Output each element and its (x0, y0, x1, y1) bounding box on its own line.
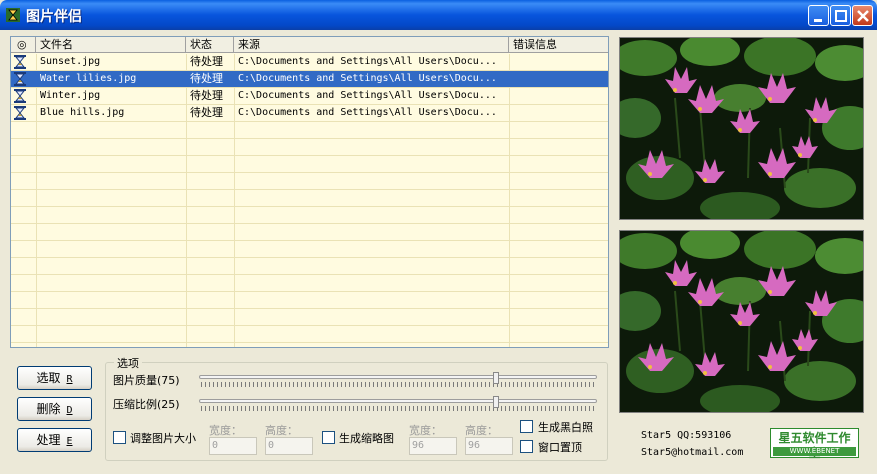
thumbnail-checkbox[interactable] (322, 431, 335, 444)
quality-label: 图片质量(75) (113, 374, 180, 387)
thumbnail-height-label: 高度： (465, 424, 498, 437)
resize-height-label: 高度： (265, 424, 298, 437)
delete-button[interactable]: 删除 D (17, 397, 92, 421)
water-lily-photo (620, 231, 863, 412)
ontop-label: 窗口置顶 (538, 441, 582, 454)
hourglass-icon (14, 55, 26, 69)
row-filename: Blue hills.jpg (40, 107, 125, 118)
preview-processed (619, 230, 864, 413)
quality-slider[interactable] (199, 372, 597, 392)
row-source: C:\Documents and Settings\All Users\Docu… (238, 90, 497, 101)
thumbnail-height-input[interactable]: 96 (465, 437, 513, 455)
table-row[interactable]: Sunset.jpg 待处理 C:\Documents and Settings… (11, 54, 608, 70)
thumbnail-width-label: 宽度： (409, 424, 442, 437)
options-group-title: 选项 (114, 355, 142, 371)
row-error (509, 71, 608, 87)
scale-slider[interactable] (199, 396, 597, 416)
table-row[interactable]: Winter.jpg 待处理 C:\Documents and Settings… (11, 88, 608, 104)
row-status: 待处理 (190, 89, 223, 102)
ontop-checkbox[interactable] (520, 440, 533, 453)
select-button[interactable]: 选取 R (17, 366, 92, 390)
scale-label: 压缩比例(25) (113, 398, 180, 411)
hourglass-icon (14, 72, 26, 86)
row-filename: Water lilies.jpg (40, 73, 137, 84)
minimize-button[interactable] (808, 5, 829, 26)
preview-original (619, 37, 864, 220)
water-lily-photo (620, 38, 863, 219)
row-status: 待处理 (190, 55, 223, 68)
row-source: C:\Documents and Settings\All Users\Docu… (238, 73, 497, 84)
logo-url: WWW.EBENET (773, 447, 856, 456)
hourglass-app-icon (6, 8, 20, 22)
studio-logo[interactable]: 星五软件工作室 WWW.EBENET (770, 428, 859, 460)
row-filename: Winter.jpg (40, 90, 101, 101)
table-row[interactable]: Blue hills.jpg 待处理 C:\Documents and Sett… (11, 105, 608, 121)
column-header-filename[interactable]: 文件名 (36, 37, 186, 53)
hourglass-icon (14, 89, 26, 103)
grayscale-checkbox[interactable] (520, 420, 533, 433)
title-bar[interactable]: 图片伴侣 (0, 0, 877, 30)
hourglass-icon (14, 106, 26, 120)
table-row-selected[interactable]: Water lilies.jpg 待处理 C:\Documents and Se… (11, 71, 608, 87)
quality-slider-thumb[interactable] (493, 372, 499, 384)
list-header: ◎ 文件名 状态 来源 错误信息 (11, 37, 608, 53)
resize-label: 调整图片大小 (130, 432, 196, 445)
resize-height-input[interactable]: 0 (265, 437, 313, 455)
resize-width-label: 宽度： (209, 424, 242, 437)
close-button[interactable] (852, 5, 873, 26)
row-filename: Sunset.jpg (40, 56, 101, 67)
resize-width-input[interactable]: 0 (209, 437, 257, 455)
close-icon (857, 10, 869, 22)
process-accel: E (66, 436, 73, 447)
row-source: C:\Documents and Settings\All Users\Docu… (238, 56, 497, 67)
scale-slider-thumb[interactable] (493, 396, 499, 408)
column-header-source[interactable]: 来源 (234, 37, 509, 53)
thumbnail-width-input[interactable]: 96 (409, 437, 457, 455)
maximize-button[interactable] (830, 5, 851, 26)
column-header-status-icon[interactable]: ◎ (11, 37, 36, 53)
row-error (509, 105, 608, 121)
resize-checkbox[interactable] (113, 431, 126, 444)
credits-email: Star5@hotmail.com (641, 447, 744, 458)
column-header-status[interactable]: 状态 (186, 37, 234, 53)
maximize-icon (835, 10, 847, 22)
grayscale-label: 生成黑白照 (538, 421, 593, 434)
select-button-label: 选取 (36, 371, 61, 385)
delete-button-label: 删除 (36, 402, 61, 416)
process-button[interactable]: 处理 E (17, 428, 92, 452)
logo-text: 星五软件工作室 (773, 431, 856, 460)
file-list[interactable]: ◎ 文件名 状态 来源 错误信息 Sunset.jpg 待处理 C:\Docum… (10, 36, 609, 348)
row-error (509, 54, 608, 70)
thumbnail-label: 生成缩略图 (339, 432, 394, 445)
process-button-label: 处理 (36, 433, 61, 447)
column-header-error[interactable]: 错误信息 (509, 37, 608, 53)
row-source: C:\Documents and Settings\All Users\Docu… (238, 107, 497, 118)
window-title: 图片伴侣 (26, 9, 82, 25)
select-accel: R (66, 374, 73, 385)
row-status: 待处理 (190, 72, 223, 85)
row-status: 待处理 (190, 106, 223, 119)
minimize-icon (814, 19, 822, 22)
delete-accel: D (66, 405, 73, 416)
credits-qq: Star5 QQ:593106 (641, 430, 732, 441)
row-error (509, 88, 608, 104)
